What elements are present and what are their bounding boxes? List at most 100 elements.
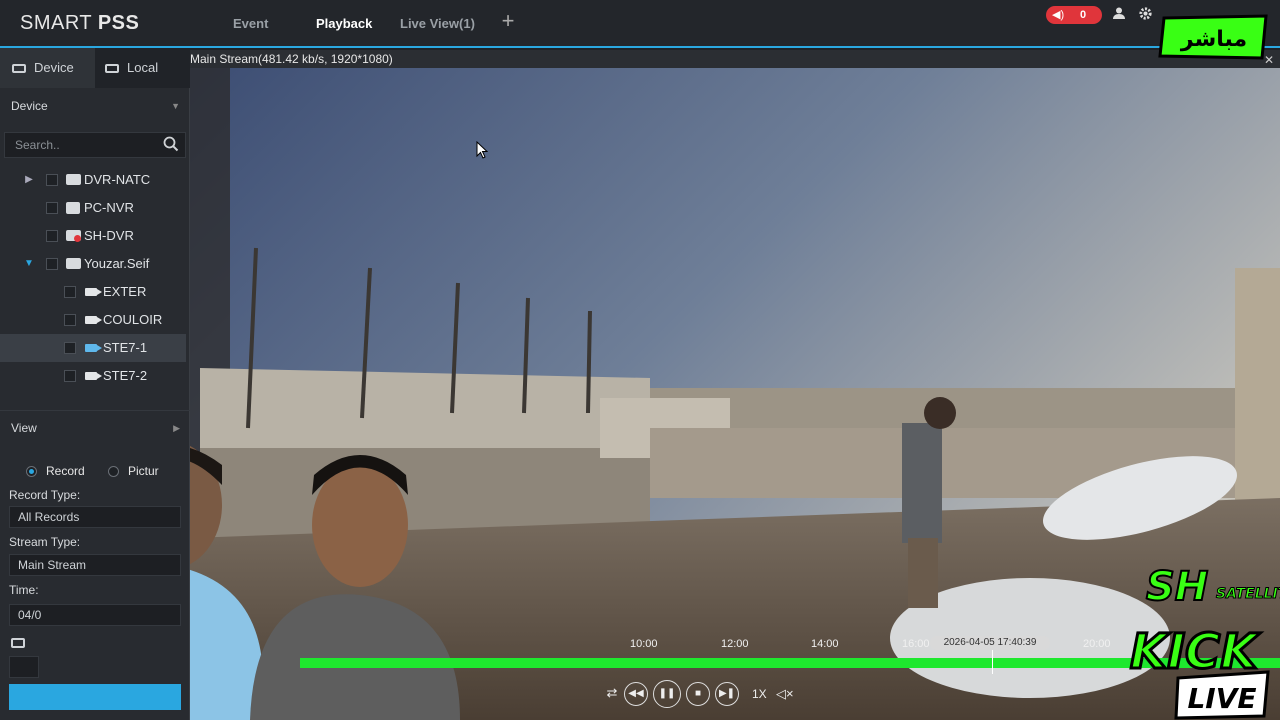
chevron-down-icon: ▼ [171, 101, 180, 111]
next-frame-icon[interactable]: ▶❚ [715, 682, 739, 706]
webcam-overlay [190, 445, 460, 720]
side-tab-bar: Device Local [0, 48, 190, 88]
time-field[interactable]: 04/0 [9, 604, 181, 626]
chevron-right-icon: ▶ [173, 423, 180, 433]
timeline-tick: 10:00 [630, 638, 658, 650]
view-section-title: View [11, 421, 37, 435]
checkbox[interactable] [46, 202, 58, 214]
camera-playing-icon [85, 344, 102, 352]
left-panel: Device Local Device ▼ ▶ DVR-NATC PC-NVR [0, 48, 190, 720]
tree-item-sh-dvr[interactable]: SH-DVR [0, 222, 186, 250]
device-search [4, 132, 186, 158]
logo-satellite: SATELLITE [1216, 586, 1280, 602]
stop-button[interactable]: ■ [686, 682, 710, 706]
tree-item-ste7-2[interactable]: STE7-2 [0, 362, 186, 390]
live-badge-text: مباشر [1180, 27, 1247, 52]
sh-kick-live-logo: SH SATELLITE KICK LIVE [1129, 563, 1280, 720]
tree-item-dvr-natc[interactable]: ▶ DVR-NATC [0, 166, 186, 194]
playhead-time: 2026-04-05 17:40:39 [930, 636, 1050, 650]
timeline-tick: 14:00 [811, 638, 839, 650]
radio-record-label: Record [46, 464, 85, 478]
device-section-title: Device [11, 99, 48, 113]
live-badge: مباشر [1158, 14, 1268, 60]
checkbox[interactable] [46, 230, 58, 242]
logo-text: SMART [20, 12, 98, 34]
timeline-tick: 16:00 [902, 638, 930, 650]
sync-icon[interactable]: ⇄ [600, 682, 624, 706]
tree-item-label: COULOIR [103, 312, 163, 327]
mouse-pointer-icon [476, 140, 489, 164]
pause-button[interactable]: ❚❚ [653, 680, 681, 708]
stream-info-bar: Main Stream(481.42 kb/s, 1920*1080) ✕ [190, 50, 1280, 68]
camera-icon [85, 288, 102, 296]
tree-item-label: EXTER [103, 284, 147, 299]
view-section-header[interactable]: View ▶ [0, 410, 190, 444]
record-type-select[interactable]: All Records [9, 506, 181, 528]
device-section-header[interactable]: Device ▼ [0, 89, 190, 123]
tree-item-couloir[interactable]: COULOIR [0, 306, 186, 334]
checkbox[interactable] [64, 342, 76, 354]
tab-device-label: Device [34, 60, 74, 75]
mute-icon[interactable]: ◁× [776, 686, 794, 702]
playhead[interactable] [992, 650, 993, 674]
gear-icon[interactable] [1136, 6, 1154, 24]
search-icon[interactable] [163, 136, 179, 152]
tree-item-label: SH-DVR [84, 228, 134, 243]
dvr-icon [66, 174, 81, 185]
alarm-indicator[interactable]: ◀) 0 [1046, 6, 1102, 24]
camera-icon [85, 316, 102, 324]
tab-local-label: Local [127, 60, 159, 75]
speaker-icon: ◀) [1052, 9, 1065, 21]
tree-item-label: PC-NVR [84, 200, 134, 215]
monitor-icon [105, 64, 119, 73]
rewind-icon[interactable]: ◀◀ [624, 682, 648, 706]
timeline-tick: 12:00 [721, 638, 749, 650]
stream-info-text: Main Stream(481.42 kb/s, 1920*1080) [190, 52, 393, 66]
nvr-icon [66, 202, 80, 214]
smart-pss-window: SMART PSS Event Playback Live View(1) + … [0, 0, 1280, 720]
tree-item-label: STE7-1 [103, 340, 148, 355]
chevron-right-icon[interactable]: ▶ [24, 166, 34, 194]
record-type-label: Record Type: [9, 488, 81, 502]
time-spinner[interactable] [9, 656, 39, 678]
radio-record[interactable] [26, 466, 37, 477]
user-icon[interactable] [1110, 6, 1128, 24]
add-tab-icon[interactable]: + [497, 10, 519, 32]
video-pane: Main Stream(481.42 kb/s, 1920*1080) ✕ [190, 50, 1280, 720]
checkbox[interactable] [64, 370, 76, 382]
tab-device[interactable]: Device [0, 48, 95, 88]
search-type-radios: Record Pictur [0, 462, 190, 482]
top-bar: SMART PSS Event Playback Live View(1) + … [0, 0, 1280, 48]
checkbox[interactable] [64, 314, 76, 326]
chevron-down-icon[interactable]: ▼ [24, 250, 34, 278]
checkbox[interactable] [64, 286, 76, 298]
tab-playback[interactable]: Playback [316, 16, 372, 31]
checkbox[interactable] [46, 258, 58, 270]
tab-local[interactable]: Local [95, 48, 190, 88]
checkbox[interactable] [46, 174, 58, 186]
radio-picture[interactable] [108, 466, 119, 477]
radio-picture-label: Pictur [128, 464, 159, 478]
calendar-icon[interactable] [11, 638, 25, 648]
camera-icon [85, 372, 102, 380]
device-icon [12, 64, 26, 73]
tree-item-label: DVR-NATC [84, 172, 151, 187]
search-input[interactable] [15, 137, 155, 153]
timeline-tick: 20:00 [1083, 638, 1111, 650]
tree-item-ste7-1[interactable]: STE7-1 [0, 334, 186, 362]
tree-item-pc-nvr[interactable]: PC-NVR [0, 194, 186, 222]
tree-item-youzar-seif[interactable]: ▼ Youzar.Seif [0, 250, 186, 278]
stream-type-select[interactable]: Main Stream [9, 554, 181, 576]
playback-speed[interactable]: 1X [752, 687, 767, 701]
search-button[interactable] [9, 684, 181, 710]
tree-item-exter[interactable]: EXTER [0, 278, 186, 306]
logo-kick: KICK [1130, 624, 1261, 680]
app-logo: SMART PSS [20, 12, 139, 35]
time-label: Time: [9, 583, 39, 597]
dvr-icon [66, 258, 81, 269]
tab-event[interactable]: Event [233, 16, 268, 31]
tree-item-label: Youzar.Seif [84, 256, 150, 271]
tree-item-label: STE7-2 [103, 368, 148, 383]
logo-live: LIVE [1187, 682, 1256, 715]
tab-live-view[interactable]: Live View(1) [400, 16, 475, 31]
